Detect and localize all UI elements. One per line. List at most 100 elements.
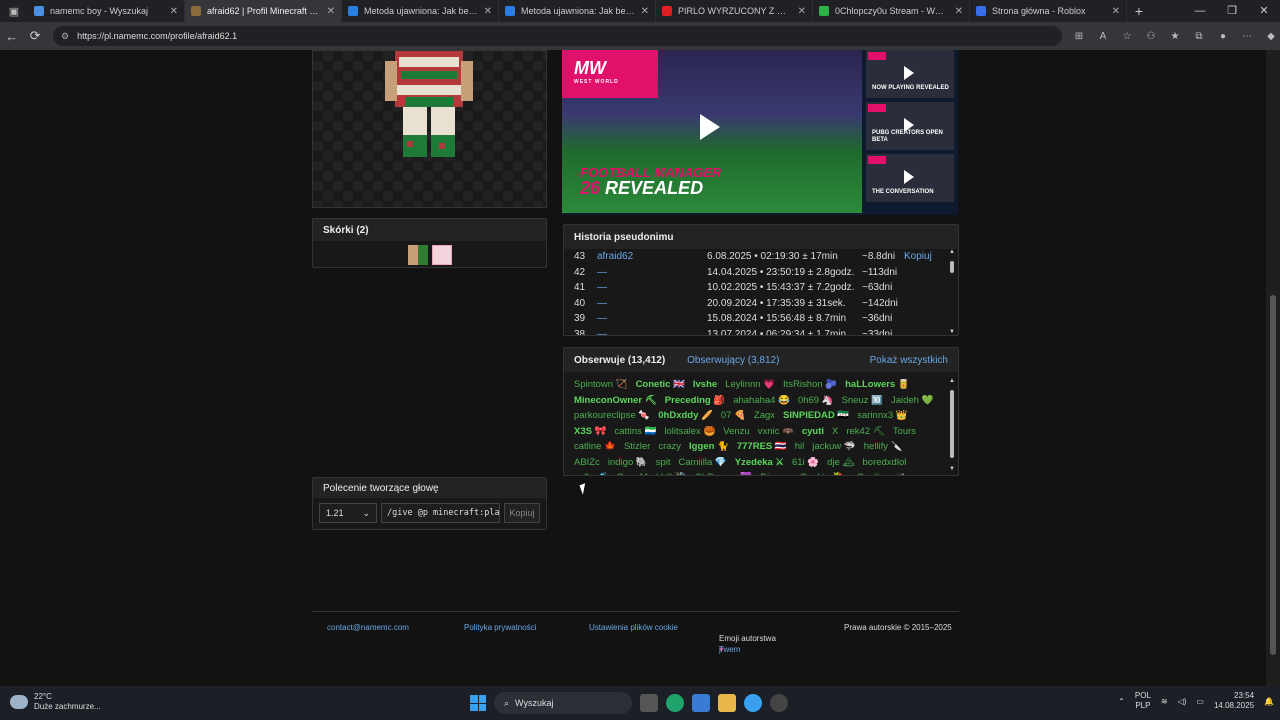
- browser-tab[interactable]: 0Chlopczy0u Stream - Watch Live✕: [813, 0, 970, 22]
- extensions-icon[interactable]: ⚇: [1142, 31, 1160, 42]
- read-aloud-icon[interactable]: A: [1094, 31, 1112, 42]
- volume-icon[interactable]: ◁): [1178, 697, 1187, 706]
- following-user-link[interactable]: spit: [656, 457, 671, 473]
- url-field[interactable]: ⚙ https://pl.namemc.com/profile/afraid62…: [53, 26, 1062, 46]
- new-tab-button[interactable]: +: [1127, 3, 1151, 19]
- minimize-icon[interactable]: —: [1184, 0, 1216, 22]
- following-user-link[interactable]: Zagx: [754, 410, 775, 426]
- browser-tab[interactable]: Metoda ujawniona: Jak bezpiecznie✕: [499, 0, 656, 22]
- following-user-link[interactable]: Iggen 🐈: [689, 441, 729, 457]
- menu-more-icon[interactable]: ⋯: [1238, 31, 1256, 42]
- following-user-link[interactable]: dje 🏔: [827, 457, 854, 473]
- following-user-link[interactable]: Venzu: [723, 426, 749, 442]
- following-user-link[interactable]: Stizler: [624, 441, 650, 457]
- close-tab-icon[interactable]: ✕: [327, 6, 335, 17]
- following-user-link[interactable]: OhDamon 🟪: [694, 472, 752, 475]
- following-user-link[interactable]: xCeciliaa 🦋: [852, 472, 905, 475]
- name-history-list[interactable]: 43 afraid62 6.08.2025 • 02:19:30 ± 17min ~8…: [564, 249, 958, 335]
- browser-tab[interactable]: namemc boy - Wyszukaj ✕: [28, 0, 185, 22]
- following-user-link[interactable]: 61i 🌸: [792, 457, 819, 473]
- ad-playlist-item[interactable]: NOW PLAYING REVEALED: [866, 50, 954, 98]
- chevron-up-icon[interactable]: ⌃: [1118, 697, 1125, 706]
- ad-video-main[interactable]: MW WEST WORLD FOOTBALL MANAGER 26 REVEALE…: [562, 50, 862, 213]
- following-user-link[interactable]: X3S 🎀: [574, 426, 606, 442]
- following-user-link[interactable]: vafla 🧳: [574, 472, 609, 475]
- taskbar-search[interactable]: ⌕ Wyszukaj: [494, 692, 632, 714]
- language-indicator[interactable]: POL PLP: [1135, 691, 1151, 711]
- following-user-link[interactable]: Cookie 🍓: [800, 472, 844, 475]
- following-user-link[interactable]: boredxdlol: [863, 457, 907, 473]
- bookmark-star-icon[interactable]: ☆: [1118, 31, 1136, 42]
- following-user-link[interactable]: jackuw 🦈: [812, 441, 856, 457]
- copy-command-button[interactable]: Kopiuj: [504, 503, 540, 523]
- video-ad[interactable]: MW WEST WORLD FOOTBALL MANAGER 26 REVEALE…: [562, 50, 958, 215]
- version-select[interactable]: 1.21 ⌄: [319, 503, 377, 523]
- following-user-link[interactable]: vxnic 🦇: [758, 426, 794, 442]
- edge-icon[interactable]: [666, 694, 684, 712]
- following-user-link[interactable]: hil: [795, 441, 805, 457]
- following-user-link[interactable]: Conetic 🇬🇧: [636, 379, 685, 395]
- following-user-link[interactable]: Camiilla 💎: [679, 457, 727, 473]
- following-scrollbar[interactable]: ▲ ▼: [949, 378, 955, 472]
- back-icon[interactable]: ←: [0, 29, 24, 44]
- following-user-link[interactable]: 07 🍕: [721, 410, 746, 426]
- tab-following[interactable]: Obserwuje (13,412): [574, 355, 665, 366]
- close-tab-icon[interactable]: ✕: [484, 6, 492, 17]
- following-user-link[interactable]: sarinnx3 👑: [857, 410, 907, 426]
- collections-icon[interactable]: ⧉: [1190, 31, 1208, 42]
- show-all-link[interactable]: Pokaż wszystkich: [870, 355, 948, 366]
- history-scrollbar[interactable]: ▲ ▼: [949, 249, 955, 335]
- weather-widget[interactable]: 22°C Duże zachmurze...: [10, 692, 101, 712]
- contact-link[interactable]: contact@namemc.com: [327, 623, 409, 632]
- following-user-link[interactable]: parkoureclipse 🍬: [574, 410, 650, 426]
- chrome-icon[interactable]: [744, 694, 762, 712]
- close-tab-icon[interactable]: ✕: [798, 6, 806, 17]
- following-user-link[interactable]: cyuti: [802, 426, 824, 442]
- ad-playlist-item[interactable]: THE CONVERSATION: [866, 154, 954, 202]
- notification-icon[interactable]: 🔔: [1264, 697, 1274, 706]
- following-user-link[interactable]: Jaideh 💚: [891, 395, 933, 411]
- close-window-icon[interactable]: ✕: [1248, 0, 1280, 22]
- cookie-settings-link[interactable]: Ustawienia plików cookie: [589, 623, 678, 632]
- following-user-link[interactable]: catline 🍁: [574, 441, 616, 457]
- site-info-icon[interactable]: ⚙: [61, 31, 69, 42]
- app-icon[interactable]: [770, 694, 788, 712]
- favorites-icon[interactable]: ★: [1166, 31, 1184, 42]
- privacy-link[interactable]: Polityka prywatności: [464, 623, 536, 632]
- file-explorer-icon[interactable]: [718, 694, 736, 712]
- following-user-link[interactable]: haLLowers 🥫: [845, 379, 910, 395]
- following-user-link[interactable]: 0hDxddy 🥖: [658, 410, 713, 426]
- wifi-icon[interactable]: ≋: [1161, 697, 1168, 706]
- install-app-icon[interactable]: ⊞: [1070, 31, 1088, 42]
- following-user-link[interactable]: 777RES 🇹🇭: [737, 441, 787, 457]
- browser-tab[interactable]: Metoda ujawniona: Jak bezpiecznie✕: [342, 0, 499, 22]
- browser-tab[interactable]: afraid62 | Profil Minecraft | NameMC✕: [185, 0, 342, 22]
- following-user-link[interactable]: Yzedeka ⚔: [735, 457, 784, 473]
- windows-start-icon[interactable]: [470, 695, 486, 711]
- following-user-link[interactable]: indigo 🐘: [608, 457, 648, 473]
- profile-avatar-icon[interactable]: ●: [1214, 31, 1232, 42]
- following-user-link[interactable]: cattins 🇸🇱: [614, 426, 656, 442]
- following-user-link[interactable]: Gray Markkill 🐝: [617, 472, 687, 475]
- following-user-link[interactable]: Sneuz 🔟: [842, 395, 883, 411]
- command-field[interactable]: /give @p minecraft:player_head: [381, 503, 500, 523]
- close-tab-icon[interactable]: ✕: [1112, 6, 1120, 17]
- following-user-link[interactable]: ItsRishon 🫐: [783, 379, 837, 395]
- following-user-link[interactable]: rek42 ⛏: [846, 426, 884, 442]
- following-user-link[interactable]: hellify 🔪: [864, 441, 903, 457]
- following-user-link[interactable]: Dianwo: [760, 472, 792, 475]
- following-user-link[interactable]: crazy: [658, 441, 681, 457]
- following-user-link[interactable]: MineconOwner ⛏: [574, 395, 657, 411]
- following-user-link[interactable]: ahahaha4 😂: [733, 395, 790, 411]
- clock[interactable]: 23:54 14.08.2025: [1214, 691, 1254, 711]
- close-tab-icon[interactable]: ✕: [170, 6, 178, 17]
- close-tab-icon[interactable]: ✕: [641, 6, 649, 17]
- following-list[interactable]: Spintown 🏹 Conetic 🇬🇧 Ivshe Leylinnn 💗 ItsRi…: [564, 372, 958, 475]
- skin-thumbnail-1[interactable]: [407, 245, 428, 265]
- following-user-link[interactable]: X: [832, 426, 838, 442]
- tab-actions-icon[interactable]: ▣: [0, 0, 28, 22]
- task-view-icon[interactable]: [640, 694, 658, 712]
- copy-name-link[interactable]: Kopiuj: [904, 251, 932, 262]
- page-scrollbar[interactable]: [1266, 50, 1280, 686]
- following-user-link[interactable]: SINPIEDAD 🇸🇾: [783, 410, 849, 426]
